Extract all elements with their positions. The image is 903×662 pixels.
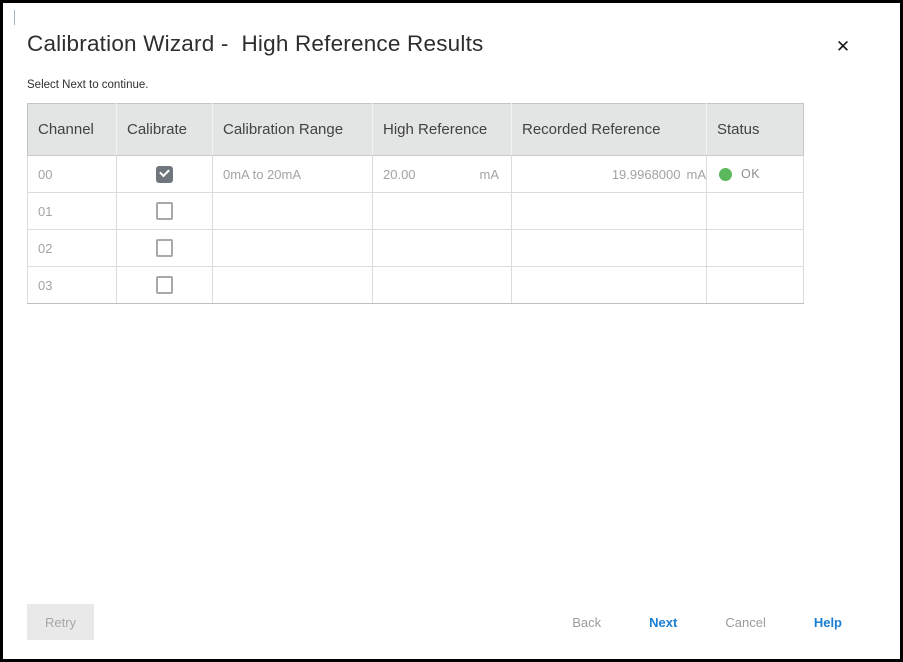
recorded-reference-cell [512,193,707,230]
calibration-range-cell [213,230,373,267]
status-cell [707,230,804,267]
column-header-status: Status [707,104,804,156]
channel-cell: 01 [28,193,117,230]
retry-button[interactable]: Retry [27,604,94,640]
high-reference-cell [373,267,512,304]
calibration-wizard-dialog: Calibration Wizard - High Reference Resu… [0,0,903,662]
next-button[interactable]: Next [649,615,677,630]
recorded-reference-unit: mA [687,167,707,182]
recorded-reference-cell: 19.9968000 mA [512,156,707,193]
column-header-channel: Channel [28,104,117,156]
calibrate-checkbox-0[interactable] [156,166,173,183]
table-row: 00 0mA to 20mA 20.00 mA 19.9968000 mA [28,156,804,193]
calibrate-checkbox-1[interactable] [156,202,173,220]
channel-cell: 03 [28,267,117,304]
calibration-range-cell [213,267,373,304]
back-button[interactable]: Back [572,615,601,630]
column-header-high-reference: High Reference [373,104,512,156]
high-reference-value: 20.00 [383,167,416,182]
calibration-range-cell [213,193,373,230]
table-row: 01 [28,193,804,230]
channel-cell: 00 [28,156,117,193]
wizard-nav-buttons: Back Next Cancel Help [572,615,842,630]
column-header-recorded-reference: Recorded Reference [512,104,707,156]
high-reference-cell: 20.00 mA [373,156,512,193]
calibrate-checkbox-2[interactable] [156,239,173,257]
calibrate-cell [117,267,213,304]
status-cell [707,267,804,304]
table-header-row: Channel Calibrate Calibration Range High… [28,104,804,156]
column-header-calibration-range: Calibration Range [213,104,373,156]
status-cell [707,193,804,230]
high-reference-cell [373,230,512,267]
recorded-reference-cell [512,267,707,304]
table-row: 03 [28,267,804,304]
close-icon[interactable]: ✕ [832,36,854,58]
calibration-range-cell: 0mA to 20mA [213,156,373,193]
status-label: OK [741,167,760,181]
help-button[interactable]: Help [814,615,842,630]
cancel-button[interactable]: Cancel [725,615,765,630]
dialog-footer: Retry Back Next Cancel Help [27,602,842,642]
calibration-results-table: Channel Calibrate Calibration Range High… [27,103,804,304]
cursor-artifact [14,10,15,25]
status-cell: OK [707,156,804,193]
dialog-subtitle: Select Next to continue. [27,79,148,91]
status-ok-icon [719,168,732,181]
calibrate-cell [117,193,213,230]
high-reference-cell [373,193,512,230]
calibrate-cell [117,230,213,267]
recorded-reference-cell [512,230,707,267]
high-reference-unit: mA [480,167,500,182]
dialog-title: Calibration Wizard - High Reference Resu… [27,31,483,57]
table-row: 02 [28,230,804,267]
recorded-reference-value: 19.9968000 [612,167,681,182]
calibrate-checkbox-3[interactable] [156,276,173,294]
channel-cell: 02 [28,230,117,267]
calibrate-cell [117,156,213,193]
column-header-calibrate: Calibrate [117,104,213,156]
